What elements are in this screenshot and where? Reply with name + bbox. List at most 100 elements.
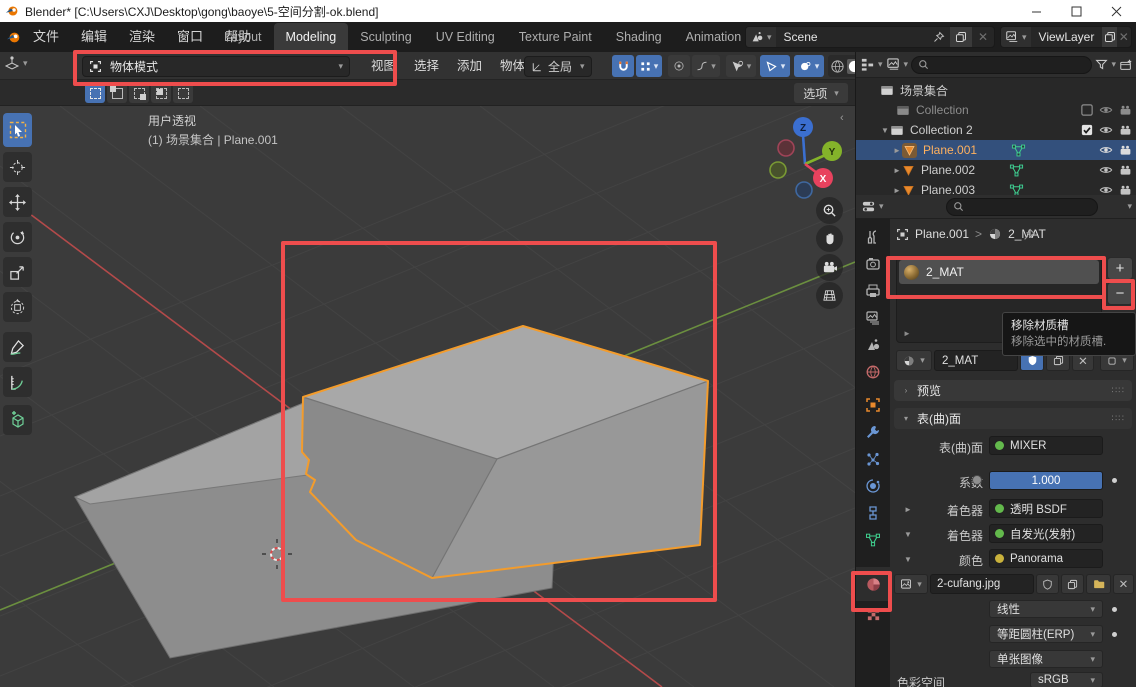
show-overlays-dropdown[interactable]: ▾ [760,55,790,77]
show-gizmo-dropdown[interactable]: ▾ [726,55,756,77]
tab-modeling[interactable]: Modeling [274,23,349,52]
animate-dot[interactable] [1112,478,1117,483]
outliner-row-plane002[interactable]: ► Plane.002 [856,160,1136,180]
new-scene-copy-button[interactable] [950,27,972,47]
viewport-3d[interactable]: 用户透视 (1) 场景集合 | Plane.001 ‹ [0,106,855,687]
tab-uv-editing[interactable]: UV Editing [424,23,507,52]
tool-annotate[interactable] [3,332,32,362]
snap-settings-dropdown[interactable]: ▾ [636,55,662,77]
expand-arrow[interactable]: ▼ [880,126,890,135]
proportional-editing-toggle[interactable] [668,55,690,77]
scene-browse-button[interactable]: ▾ [746,27,776,47]
disable-render-icon[interactable] [1119,164,1132,177]
pin-id-icon[interactable] [1023,228,1036,241]
tab-view-layer[interactable] [856,304,890,331]
remove-material-slot-button[interactable]: − [1107,282,1133,305]
tab-shading[interactable]: Shading [604,23,674,52]
viewlayer-name[interactable]: ViewLayer [1031,30,1103,44]
properties-search-input[interactable] [946,198,1098,216]
select-mode-invert-button[interactable] [151,83,171,103]
outliner-filter-button[interactable]: ▾ [1095,58,1116,71]
disable-render-icon[interactable] [1119,104,1132,117]
transform-orientation-dropdown[interactable]: 全局 ▾ [524,56,592,77]
hide-eye-icon[interactable] [1099,123,1113,137]
select-mode-new-button[interactable] [85,83,105,103]
animate-dot[interactable] [1112,607,1117,612]
tab-output[interactable] [856,277,890,304]
new-viewlayer-button[interactable] [1102,27,1116,47]
projection-dropdown[interactable]: 等距圆柱(ERP) ▾ [989,625,1103,643]
tab-material[interactable] [856,567,890,601]
tab-sculpting[interactable]: Sculpting [348,23,423,52]
properties-options-dropdown[interactable]: ▾ [1127,201,1132,212]
hide-eye-icon[interactable] [1099,163,1113,177]
disable-render-icon[interactable] [1119,124,1132,137]
new-collection-button[interactable] [1119,58,1133,72]
tab-texture-paint[interactable]: Texture Paint [507,23,604,52]
colorspace-dropdown[interactable]: sRGB ▾ [1030,672,1103,687]
scene-name[interactable]: Scene [776,30,928,44]
delete-scene-button[interactable]: ✕ [972,27,994,47]
fac-slider[interactable]: 1.000 [989,471,1103,490]
select-mode-intersect-button[interactable] [173,83,193,103]
surface-shader-field[interactable]: MIXER [989,436,1103,455]
tool-transform[interactable] [3,292,32,322]
outliner-display-mode-button[interactable]: ▾ [886,57,909,72]
tab-particles[interactable] [856,445,890,472]
outliner-row-collection[interactable]: Collection [856,100,1136,120]
color-field[interactable]: Panorama [989,549,1103,568]
tab-object-data[interactable] [856,526,890,553]
slot-list-expand-arrow[interactable]: ► [903,329,911,338]
add-material-slot-button[interactable]: + [1107,257,1133,280]
tab-object[interactable] [856,391,890,418]
menu-select[interactable]: 选择 [405,52,448,80]
proportional-falloff-dropdown[interactable]: ▾ [692,55,720,77]
tab-constraints[interactable] [856,499,890,526]
properties-editor-type-button[interactable]: ▾ [861,199,884,214]
tool-rotate[interactable] [3,222,32,252]
tool-measure[interactable] [3,367,32,397]
tool-cursor[interactable] [3,152,32,182]
pan-button[interactable] [816,225,843,252]
menu-render[interactable]: 渲染 [118,22,166,52]
mode-dropdown[interactable]: 物体模式 ▾ [82,56,350,77]
outliner-row-scene-collection[interactable]: 场景集合 [856,80,1136,100]
options-dropdown[interactable]: 选项▾ [794,83,848,103]
tab-world[interactable] [856,358,890,385]
panel-drag-grip[interactable]: ∷∷ [1112,413,1125,424]
material-slot-item[interactable]: 2_MAT [899,260,1099,284]
remove-viewlayer-button[interactable]: ✕ [1117,27,1131,47]
tab-physics[interactable] [856,472,890,499]
outliner-row-collection2[interactable]: ▼ Collection 2 [856,120,1136,140]
hide-eye-icon[interactable] [1099,103,1113,117]
camera-view-button[interactable] [816,254,843,281]
expand-arrow[interactable]: ► [892,146,902,155]
animate-dot[interactable] [1112,632,1117,637]
maximize-button[interactable] [1056,0,1096,22]
shader2-field[interactable]: 自发光(发射) [989,524,1103,543]
browse-image-button[interactable]: ▾ [894,574,928,594]
tab-texture[interactable] [856,601,890,628]
menu-add[interactable]: 添加 [448,52,491,80]
open-image-button[interactable] [1086,574,1111,594]
tab-render[interactable] [856,250,890,277]
tool-add-cube[interactable] [3,405,32,435]
blender-app-icon[interactable] [6,30,21,45]
unlink-image-button[interactable]: ✕ [1113,574,1134,594]
image-name-field[interactable]: 2-cufang.jpg [930,574,1034,594]
expand-arrow[interactable]: ► [892,186,902,195]
image-fake-user-toggle[interactable] [1036,574,1059,594]
menu-window[interactable]: 窗口 [166,22,214,52]
tab-animation[interactable]: Animation [674,23,754,52]
ortho-toggle-button[interactable] [816,282,843,309]
editor-type-button[interactable]: ▾ [4,55,28,71]
outliner-editor-type-button[interactable]: ▾ [860,57,883,72]
exclude-checkbox[interactable] [1081,104,1093,116]
zoom-button[interactable] [816,197,843,224]
outliner-search-input[interactable] [911,56,1092,74]
disable-render-icon[interactable] [1119,144,1132,157]
breadcrumb-object[interactable]: Plane.001 [915,227,969,241]
tool-select-box[interactable] [3,113,32,147]
select-mode-extend-button[interactable] [107,83,127,103]
tab-layout[interactable]: Layout [212,23,274,52]
